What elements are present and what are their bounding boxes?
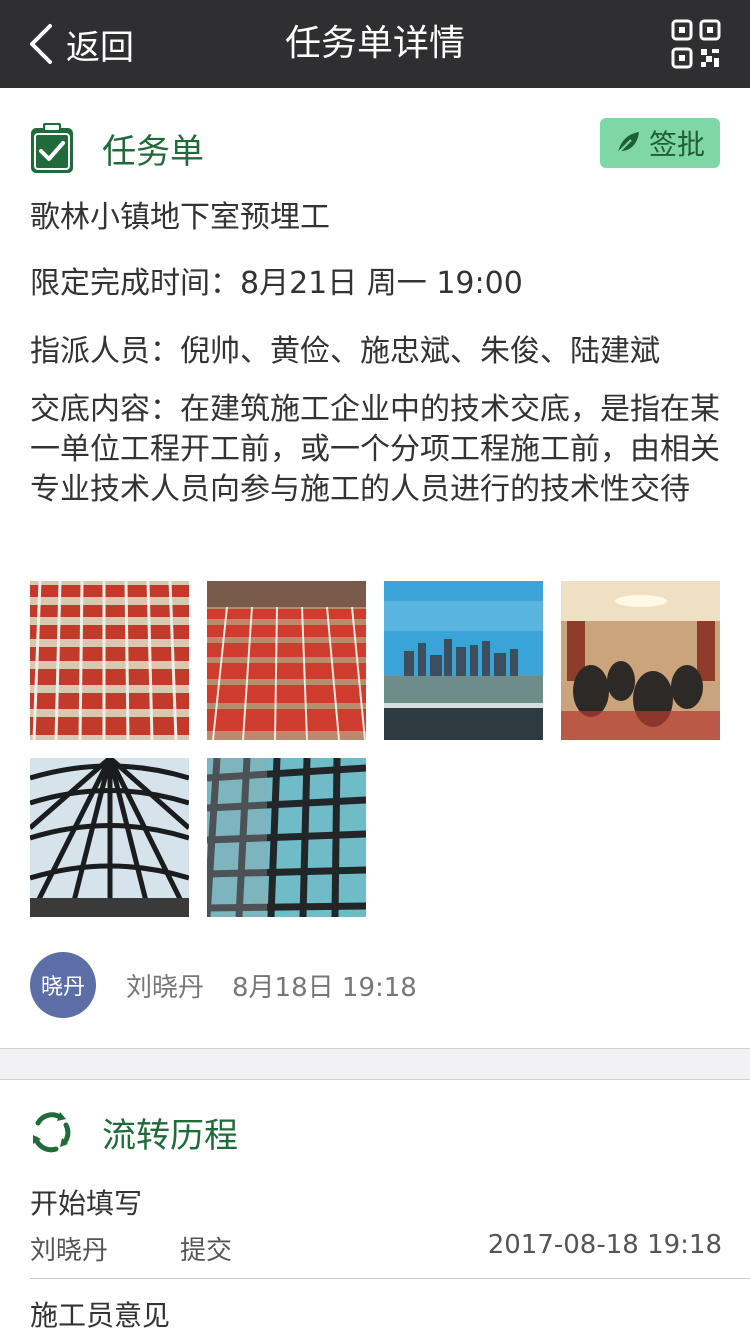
author-row: 晓丹 刘晓丹 8月18日 19:18 <box>30 952 417 1018</box>
section-divider <box>0 1048 750 1080</box>
back-button[interactable]: 返回 <box>28 18 134 70</box>
task-card: 任务单 签批 歌林小镇地下室预埋工 限定完成时间：8月21日 周一 19:00 … <box>0 88 750 1048</box>
sign-approve-button[interactable]: 签批 <box>600 118 720 168</box>
banquet-room-photo <box>561 581 720 740</box>
flow-step-title: 开始填写 <box>30 1187 143 1220</box>
leaf-icon <box>617 132 639 154</box>
flow-step-time: 2017-08-18 19:18 <box>487 1230 722 1260</box>
chevron-left-icon <box>30 24 52 64</box>
flow-history-card: 流转历程 开始填写 刘晓丹 提交 2017-08-18 19:18 施工员意见 <box>0 1080 750 1334</box>
task-section-header: 任务单 <box>30 118 204 178</box>
river-skyline-photo <box>384 581 543 740</box>
nav-bar: 返回 任务单详情 <box>0 0 750 88</box>
qr-code-icon[interactable] <box>670 18 722 70</box>
flow-step-meta: 刘晓丹 提交 2017-08-18 19:18 <box>30 1230 722 1266</box>
red-bags-hall-photo <box>207 581 366 740</box>
gallery-image-6[interactable] <box>207 758 366 917</box>
description-text: 交底内容：在建筑施工企业中的技术交底，是指在某一单位工程开工前，或一个分项工程施… <box>30 392 720 507</box>
assignees-text: 指派人员：倪帅、黄俭、施忠斌、朱俊、陆建斌 <box>30 334 660 369</box>
flow-section-header: 流转历程 <box>30 1108 238 1156</box>
gallery-image-1[interactable] <box>30 581 189 740</box>
flow-section-title: 流转历程 <box>102 1115 238 1156</box>
back-label: 返回 <box>66 27 134 68</box>
flow-step-action: 提交 <box>180 1236 233 1266</box>
author-name: 刘晓丹 <box>126 972 205 1003</box>
gallery-image-4[interactable] <box>561 581 720 740</box>
task-section-title: 任务单 <box>102 131 204 172</box>
gallery-image-5[interactable] <box>30 758 189 917</box>
sign-label: 签批 <box>648 128 705 161</box>
avatar: 晓丹 <box>30 952 96 1018</box>
red-bags-rows-photo <box>30 581 189 740</box>
flow-step-user: 刘晓丹 <box>30 1236 109 1266</box>
deadline-text: 限定完成时间：8月21日 周一 19:00 <box>30 266 523 301</box>
task-name: 歌林小镇地下室预埋工 <box>30 200 330 235</box>
flow-step-title: 施工员意见 <box>30 1299 171 1332</box>
clipboard-check-icon <box>31 123 73 173</box>
gallery-image-3[interactable] <box>384 581 543 740</box>
glass-dome-photo <box>30 758 189 917</box>
refresh-cycle-icon <box>33 1112 71 1153</box>
glass-facade-photo <box>207 758 366 917</box>
flow-step-divider <box>30 1278 750 1279</box>
gallery-image-2[interactable] <box>207 581 366 740</box>
author-time: 8月18日 19:18 <box>232 972 417 1003</box>
